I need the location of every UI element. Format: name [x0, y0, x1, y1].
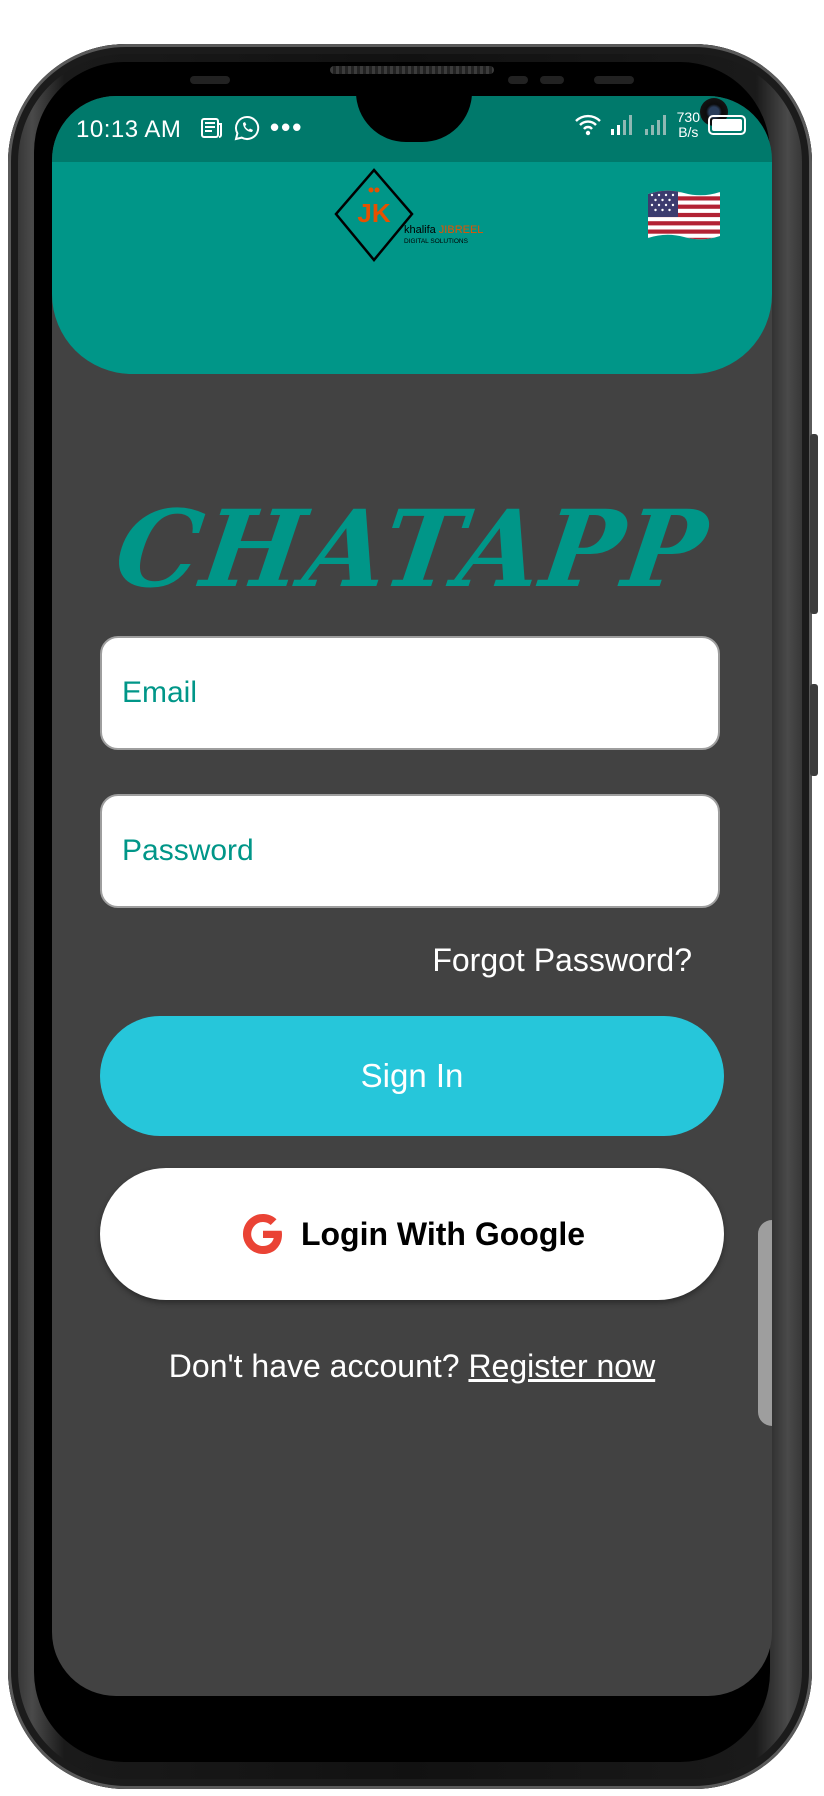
news-icon — [201, 117, 222, 138]
logo-letters: JK — [357, 198, 390, 228]
display-notch — [356, 96, 728, 142]
google-icon — [242, 1213, 282, 1254]
whatsapp-icon — [234, 115, 260, 140]
network-speed-unit: B/s — [678, 124, 699, 140]
sensor — [190, 76, 230, 84]
email-field[interactable] — [100, 636, 720, 750]
company-logo: JK khalifa JIBREEL DIGITAL SOLUTIONS — [334, 168, 483, 262]
app-title: CHATAPP — [108, 486, 716, 611]
app-screen: 10:13 AM ••• 730 B/s JK khalifa JIBREEL … — [52, 96, 772, 1696]
logo-text-1: khalifa — [404, 224, 437, 236]
password-field[interactable] — [100, 794, 720, 908]
app-header: JK khalifa JIBREEL DIGITAL SOLUTIONS — [52, 162, 772, 374]
more-dots-icon: ••• — [270, 112, 304, 142]
forgot-password-link[interactable]: Forgot Password? — [432, 942, 692, 979]
logo-text-2: JIBREEL — [439, 224, 484, 236]
battery-icon — [708, 115, 746, 135]
earpiece — [330, 66, 494, 74]
logo-subtext: DIGITAL SOLUTIONS — [404, 238, 469, 245]
signal-icon-2 — [644, 115, 666, 135]
notification-icons: ••• — [200, 112, 303, 143]
volume-button — [810, 434, 818, 614]
status-time: 10:13 AM — [76, 116, 182, 143]
sensor — [540, 76, 564, 84]
network-speed: 730 B/s — [677, 110, 700, 140]
register-link[interactable]: Register now — [468, 1348, 655, 1384]
us-flag-icon[interactable] — [646, 188, 722, 242]
no-account-text: Don't have account? — [168, 1348, 460, 1384]
sensor — [508, 76, 528, 84]
system-status-icons: 730 B/s — [574, 110, 746, 140]
signal-icon — [610, 115, 632, 135]
power-button — [810, 684, 818, 776]
sign-in-button[interactable]: Sign In — [100, 1016, 724, 1136]
edge-panel-handle[interactable] — [758, 1220, 772, 1426]
svg-text:khalifaJIBREEL: khalifa JIBREEL — [404, 224, 483, 236]
google-login-label: Login With Google — [300, 1215, 586, 1252]
status-bar: 10:13 AM ••• 730 B/s — [52, 96, 772, 162]
register-prompt: Don't have account? Register now — [52, 1348, 772, 1385]
network-speed-value: 730 — [676, 109, 700, 125]
sensor — [594, 76, 634, 84]
wifi-icon — [574, 114, 601, 136]
google-login-button[interactable]: Login With Google — [100, 1168, 724, 1300]
